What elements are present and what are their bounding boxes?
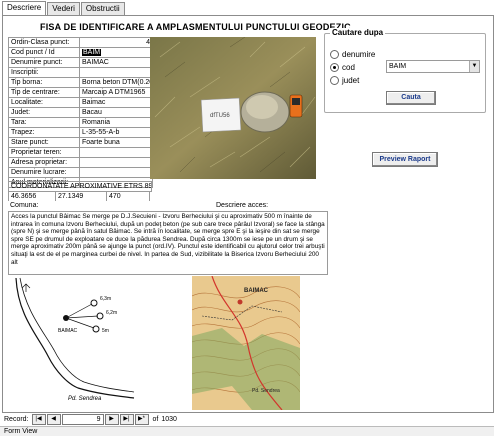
page-title: FISA DE IDENTIFICARE A AMPLASMENTULUI PU…: [40, 22, 351, 32]
cod-value: BAIM: [82, 49, 102, 56]
field-row: Tara: Romania: [8, 117, 153, 128]
field-row: Trapez: L-35-55-A-b: [8, 127, 153, 138]
new-record-button[interactable]: ▶*: [134, 413, 149, 425]
radio-cod[interactable]: cod: [330, 63, 355, 72]
field-row: Denumire punct: BAIMAC: [8, 57, 153, 68]
last-record-button[interactable]: ▶|: [119, 413, 134, 425]
field-row: Localitate: Baimac: [8, 97, 153, 108]
field-row: Inscriptii:: [8, 67, 153, 78]
sketch-label: 6,3m: [100, 296, 111, 302]
sketch-label: BAIMAC: [58, 328, 78, 334]
tab-descriere[interactable]: Descriere: [2, 1, 47, 15]
field-row: Ordin-Clasa punct: 4: [8, 37, 153, 48]
sketch-label: 5m: [102, 328, 109, 334]
radio-label: cod: [342, 63, 355, 72]
cauta-button[interactable]: Cauta: [386, 91, 436, 105]
search-combo[interactable]: BAIM ▼: [386, 60, 480, 73]
map-label: Pd. Sendrea: [252, 388, 280, 394]
descriere-label: Descriere acces:: [216, 202, 269, 209]
field-row: Adresa proprietar:: [8, 157, 153, 168]
record-label: Record:: [4, 415, 29, 423]
field-row: Proprietar teren:: [8, 147, 153, 158]
record-number-input[interactable]: 9: [61, 413, 104, 425]
field-row: Tip borna: Borna beton DTM(0.20x0.2: [8, 77, 153, 88]
photo-image: dfTU56: [150, 37, 316, 179]
description-field[interactable]: Acces la punctul Bâimac Se merge pe D.J.…: [8, 211, 328, 275]
topo-map: BAIMAC Pd. Sendrea: [191, 275, 301, 411]
sketch-label: 6,2m: [106, 310, 117, 316]
radio-icon[interactable]: [330, 76, 339, 85]
preview-report-button[interactable]: Preview Raport: [372, 152, 438, 167]
field-row: Stare punct: Foarte buna: [8, 137, 153, 148]
radio-judet[interactable]: judet: [330, 76, 359, 85]
first-record-button[interactable]: |◀: [31, 413, 46, 425]
radio-label: judet: [342, 76, 360, 85]
search-title: Cautare dupa: [330, 28, 386, 37]
map-label: BAIMAC: [244, 288, 269, 294]
radio-denumire[interactable]: denumire: [330, 50, 375, 59]
location-sketch: 6,3m 6,2m 5m BAIMAC Pd. Sendrea: [8, 276, 136, 406]
site-photo: dfTU56: [150, 37, 316, 179]
of-label: of: [152, 415, 159, 423]
next-record-button[interactable]: ▶: [104, 413, 119, 425]
sketch-road-label: Pd. Sendrea: [68, 396, 102, 402]
field-row: Tip de centrare: Marcaip A DTM1965: [8, 87, 153, 98]
radio-label: denumire: [342, 50, 376, 59]
field-row: Denumire lucrare:: [8, 167, 153, 178]
map-image: BAIMAC Pd. Sendrea: [191, 275, 301, 411]
tab-obstructii[interactable]: Obstructii: [80, 2, 125, 15]
field-row: Cod punct / Id BAIM: [8, 47, 153, 58]
record-total: 1030: [161, 415, 177, 423]
tab-vederi[interactable]: Vederi: [47, 2, 80, 15]
radio-icon[interactable]: [330, 50, 339, 59]
photo-tag: dfTU56: [210, 113, 230, 119]
prev-record-button[interactable]: ◀: [46, 413, 61, 425]
record-navigator: Record: |◀ ◀ 9 ▶ ▶| ▶* of 1030: [0, 413, 494, 425]
sketch-image: 6,3m 6,2m 5m BAIMAC Pd. Sendrea: [8, 276, 136, 406]
combo-value: BAIM: [389, 63, 407, 70]
chevron-down-icon[interactable]: ▼: [469, 61, 479, 72]
tab-strip: Descriere Vederi Obstructii: [2, 1, 126, 16]
comuna-label: Comuna:: [8, 201, 150, 210]
radio-icon[interactable]: [330, 63, 339, 72]
field-row: Judet: Bacau: [8, 107, 153, 118]
